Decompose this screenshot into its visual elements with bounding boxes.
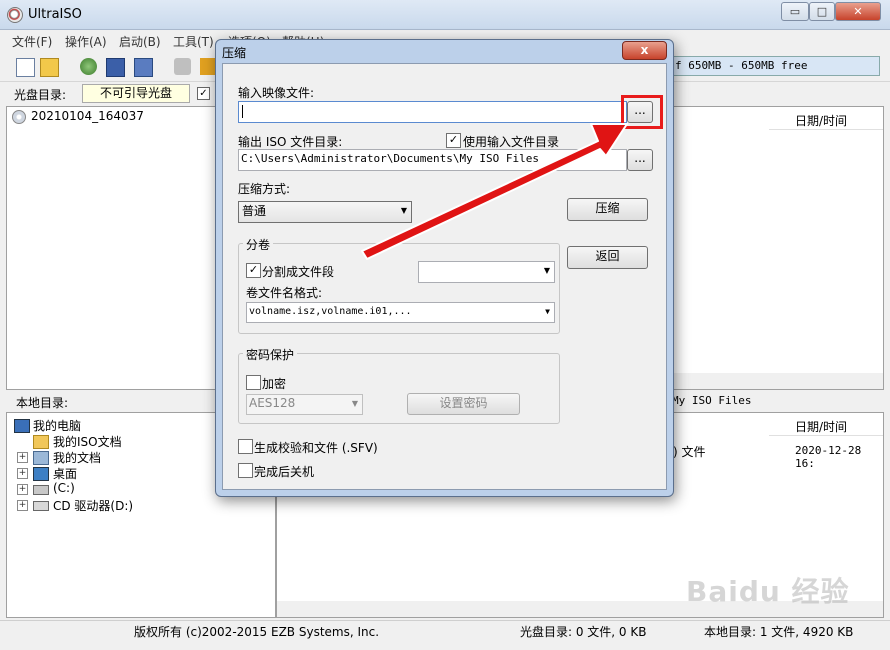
red-arrow-shape (361, 123, 628, 260)
annotation-arrow (361, 123, 628, 260)
